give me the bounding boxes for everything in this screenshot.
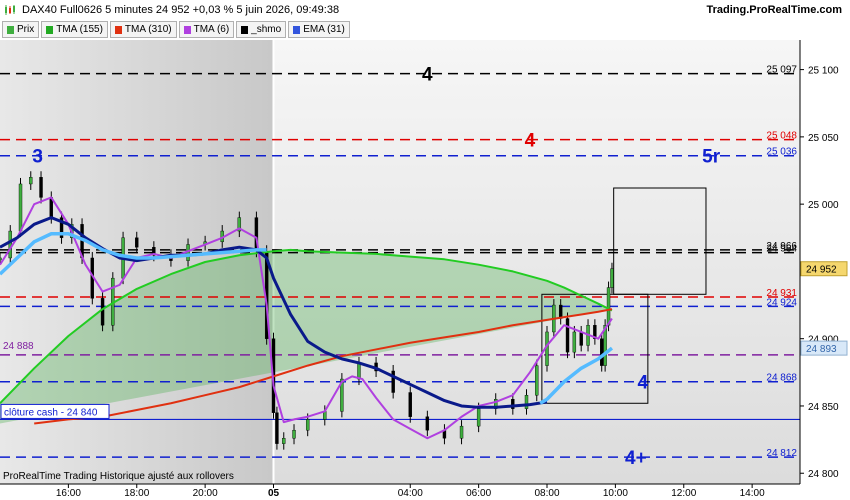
- candle-body: [610, 268, 614, 288]
- level-label: 24 964: [766, 244, 797, 255]
- x-tick-label: 16:00: [56, 488, 81, 499]
- level-label: 24 868: [766, 373, 797, 384]
- candle-body: [282, 438, 286, 444]
- candle-body: [524, 395, 529, 409]
- candle-body: [459, 425, 464, 439]
- candle-body: [275, 412, 279, 444]
- candle-body: [292, 429, 296, 439]
- y-tick-label: 25 100: [808, 66, 839, 77]
- chart-window: DAX40 Full0626 5 minutes 24 952 +0,03 % …: [0, 0, 850, 500]
- candle-body: [476, 408, 481, 427]
- candle-body: [8, 230, 12, 259]
- candle-body: [572, 331, 577, 353]
- close-cash-label: clôture cash - 24 840: [4, 407, 98, 418]
- footer-note: ProRealTime Trading Historique ajusté au…: [3, 471, 234, 482]
- x-tick-label: 12:00: [671, 488, 696, 499]
- level-annotation: 4: [422, 65, 433, 86]
- ema-price-label: 24 893: [806, 344, 837, 355]
- level-label: 24 812: [766, 448, 797, 459]
- candle-body: [135, 237, 139, 248]
- candle-body: [29, 177, 33, 185]
- level-label: 24 924: [766, 297, 797, 308]
- left-level-label: 24 888: [3, 341, 34, 352]
- x-tick-label: 06:00: [466, 488, 491, 499]
- candle-body: [100, 298, 105, 326]
- x-tick-label: 05: [268, 488, 280, 499]
- candle-body: [0, 257, 2, 261]
- candle-body: [39, 177, 43, 198]
- x-tick-label: 08:00: [534, 488, 559, 499]
- level-annotation: 3: [32, 147, 43, 168]
- candle-body: [408, 392, 412, 417]
- x-tick-label: 14:00: [740, 488, 765, 499]
- candle-body: [606, 287, 611, 326]
- candle-body: [600, 338, 604, 366]
- x-tick-label: 18:00: [124, 488, 149, 499]
- y-tick-label: 25 000: [808, 200, 839, 211]
- level-label: 25 036: [766, 147, 797, 158]
- price-chart[interactable]: 4 4 3 5r 4 4+ clôture cash - 24 840 24 888 24 …: [0, 0, 850, 500]
- candle-body: [565, 318, 570, 353]
- candle-body: [535, 365, 539, 396]
- candle-body: [579, 331, 583, 346]
- y-tick-label: 24 800: [808, 469, 839, 480]
- x-tick-label: 10:00: [603, 488, 628, 499]
- level-annotation: 4: [637, 373, 648, 394]
- x-tick-label: 04:00: [398, 488, 423, 499]
- y-tick-label: 25 050: [808, 133, 839, 144]
- level-annotation: 4+: [625, 448, 647, 469]
- candle-body: [558, 304, 563, 319]
- candle-body: [425, 416, 430, 431]
- current-price-label: 24 952: [806, 265, 837, 276]
- level-label: 25 097: [766, 65, 797, 76]
- y-tick-label: 24 850: [808, 402, 839, 413]
- level-label: 25 048: [766, 131, 797, 142]
- level-annotation: 4: [525, 131, 536, 152]
- candle-body: [18, 183, 23, 232]
- x-tick-label: 20:00: [193, 488, 218, 499]
- candle-body: [357, 362, 361, 380]
- level-annotation: 5r: [702, 147, 721, 168]
- candle-body: [305, 419, 310, 431]
